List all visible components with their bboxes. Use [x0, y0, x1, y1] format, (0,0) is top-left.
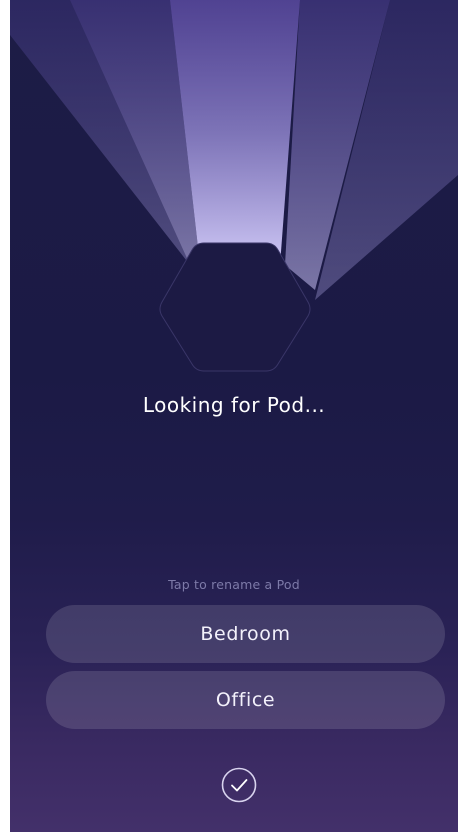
- pod-setup-screen: Looking for Pod... Tap to rename a Pod B…: [10, 0, 458, 832]
- checkmark-circle-icon[interactable]: [221, 767, 257, 803]
- hexagon-pod-icon: [159, 242, 311, 372]
- rename-hint: Tap to rename a Pod: [168, 577, 300, 592]
- pod-button-office[interactable]: Office: [46, 671, 445, 729]
- pod-button-bedroom[interactable]: Bedroom: [46, 605, 445, 663]
- status-message: Looking for Pod...: [142, 393, 326, 417]
